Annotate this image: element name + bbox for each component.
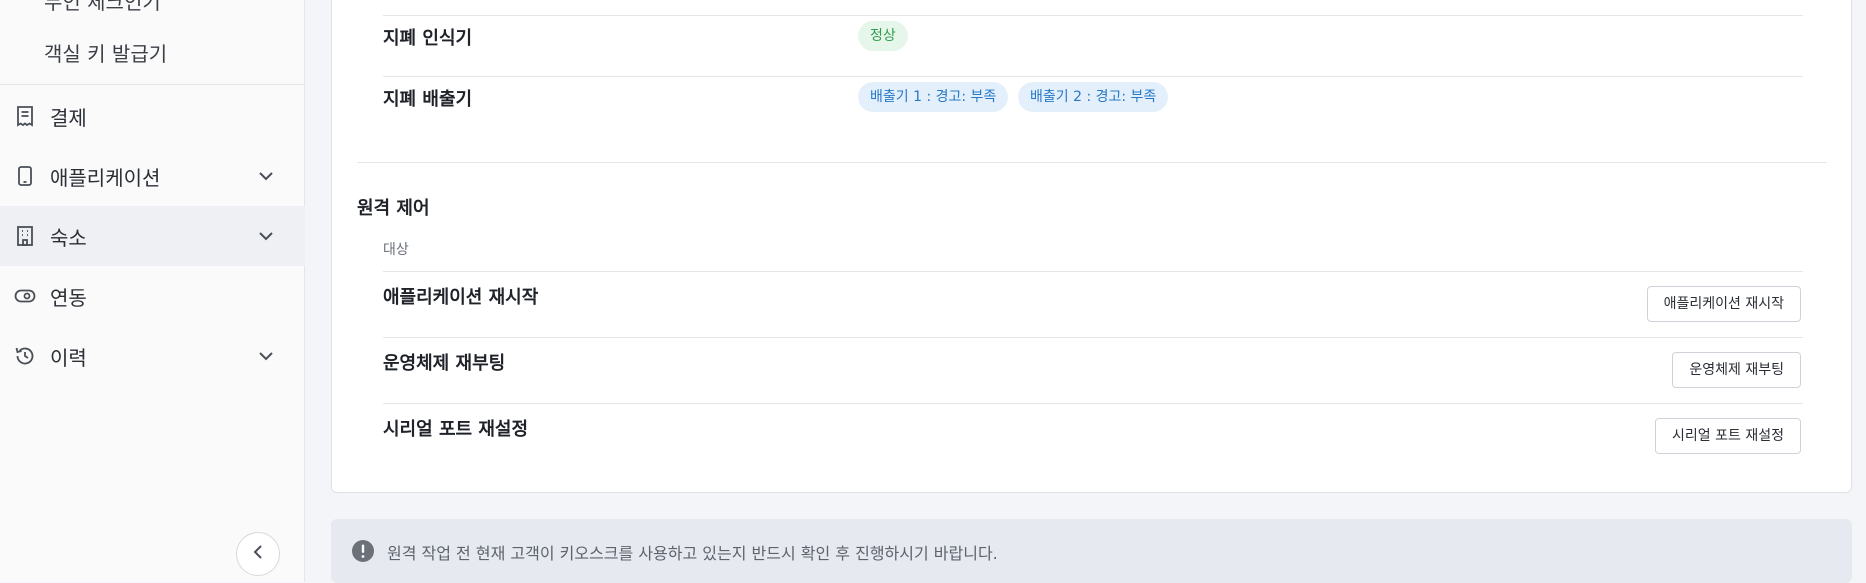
column-header-target: 대상 [383,242,409,258]
kiosk-detail-card: 지폐 인식기 정상 지폐 배출기 배출기 1 : 경고: 부족 배출기 2 : … [331,0,1852,493]
tablet-icon [13,164,37,188]
status-badge: 정상 [858,21,908,51]
sidebar: 무인 체크인기 객실 키 발급기 결제 애플리케이션 숙소 연동 이력 [0,0,305,582]
eye-icon [13,284,37,308]
chevron-down-icon[interactable] [256,226,276,246]
sidebar-divider [0,84,305,85]
sidebar-subitem-key-issuer[interactable]: 객실 키 발급기 [44,38,167,67]
sidebar-item-label: 이력 [50,345,87,370]
device-label: 지폐 인식기 [383,28,473,49]
notice-text: 원격 작업 전 현재 고객이 키오스크를 사용하고 있는지 반드시 확인 후 진… [387,544,998,563]
reset-serial-port-button[interactable]: 시리얼 포트 재설정 [1655,418,1801,454]
history-icon [13,344,37,368]
divider [383,271,1803,272]
chevron-down-icon[interactable] [256,346,276,366]
divider [383,15,1803,16]
sidebar-item-accommodation[interactable]: 숙소 [0,206,305,266]
chevron-left-icon [248,542,268,566]
remote-row-label: 애플리케이션 재시작 [383,287,539,308]
sidebar-subitem-kiosk[interactable]: 무인 체크인기 [44,0,161,15]
sidebar-item-payment[interactable]: 결제 [0,86,305,146]
chevron-down-icon[interactable] [256,166,276,186]
status-badge: 배출기 2 : 경고: 부족 [1018,82,1169,112]
divider [383,403,1803,404]
receipt-icon [13,104,37,128]
notice-banner: 원격 작업 전 현재 고객이 키오스크를 사용하고 있는지 반드시 확인 후 진… [331,519,1852,583]
sidebar-collapse-button[interactable] [236,532,280,576]
sidebar-item-history[interactable]: 이력 [0,326,305,386]
sidebar-item-label: 결제 [50,105,87,130]
status-badge: 배출기 1 : 경고: 부족 [858,82,1009,112]
sidebar-item-application[interactable]: 애플리케이션 [0,146,305,206]
sidebar-item-label: 애플리케이션 [50,165,161,190]
building-icon [13,224,37,248]
sidebar-item-label: 연동 [50,285,87,310]
device-label: 지폐 배출기 [383,89,473,110]
remote-row-label: 시리얼 포트 재설정 [383,419,529,440]
restart-application-button[interactable]: 애플리케이션 재시작 [1646,286,1801,322]
exclamation-circle-icon [351,539,375,563]
section-title: 원격 제어 [357,198,430,219]
section-divider [357,162,1827,163]
divider [383,337,1803,338]
divider [383,76,1803,77]
sidebar-item-integration[interactable]: 연동 [0,266,305,326]
remote-row-label: 운영체제 재부팅 [383,353,506,374]
reboot-os-button[interactable]: 운영체제 재부팅 [1672,352,1801,388]
sidebar-item-label: 숙소 [50,225,87,250]
